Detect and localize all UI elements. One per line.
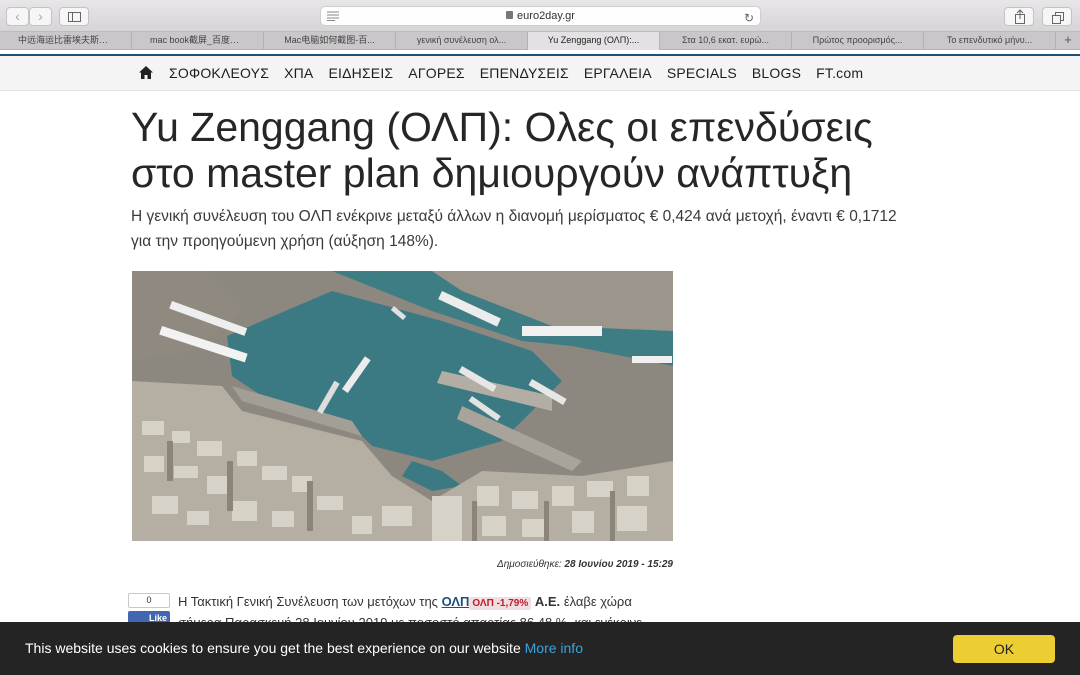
address-bar[interactable]: euro2day.gr ↻: [320, 6, 761, 26]
body-prefix: Η Τακτική Γενική Συνέλευση των μετόχων τ…: [178, 594, 438, 609]
nav-item-xpa[interactable]: ΧΠΑ: [284, 64, 313, 84]
nav-item-tools[interactable]: ΕΡΓΑΛΕΙΑ: [584, 64, 652, 84]
browser-tab[interactable]: 中远海运比雷埃夫斯港...: [0, 32, 132, 50]
site-navigation: ΣΟΦΟΚΛΕΟΥΣ ΧΠΑ ΕΙΔΗΣΕΙΣ ΑΓΟΡΕΣ ΕΠΕΝΔΥΣΕΙ…: [0, 54, 1080, 91]
body-suffix: Α.Ε.: [534, 594, 561, 609]
sidebar-icon: [68, 12, 81, 22]
chevron-right-icon: ›: [38, 8, 43, 24]
facebook-like-widget: 0 Like: [128, 593, 170, 625]
nav-item-investments[interactable]: ΕΠΕΝΔΥΣΕΙΣ: [480, 64, 569, 84]
publish-date: Δημοσιεύθηκε: 28 Ιουνίου 2019 - 15:29: [132, 559, 673, 570]
sidebar-toggle-button[interactable]: [59, 7, 89, 26]
browser-tab[interactable]: γενική συνέλευση ολ...: [396, 32, 528, 50]
article-title: Yu Zenggang (ΟΛΠ): Ολες οι επενδύσεις στ…: [131, 104, 873, 196]
nav-item-ft[interactable]: FT.com: [816, 64, 863, 84]
browser-tab[interactable]: Πρώτος προορισμός...: [792, 32, 924, 50]
nav-item-blogs[interactable]: BLOGS: [752, 64, 801, 84]
browser-tab[interactable]: Στα 10,6 εκατ. ευρώ...: [660, 32, 792, 50]
like-count: 0: [128, 593, 170, 608]
browser-toolbar: ‹ › euro2day.gr ↻: [0, 0, 1080, 32]
home-icon: [139, 66, 153, 79]
show-tabs-button[interactable]: [1042, 7, 1072, 26]
cookie-banner: This website uses cookies to ensure you …: [0, 622, 1080, 675]
browser-tab[interactable]: Mac电脑如何截图-百...: [264, 32, 396, 50]
nav-item-specials[interactable]: SPECIALS: [667, 64, 737, 84]
reload-icon[interactable]: ↻: [744, 9, 754, 27]
nav-item-news[interactable]: ΕΙΔΗΣΕΙΣ: [328, 64, 393, 84]
tabs-icon: [1052, 12, 1064, 24]
back-button[interactable]: ‹: [6, 7, 29, 26]
article-photo-port: [132, 271, 673, 541]
port-aerial-image: [132, 271, 673, 541]
company-link[interactable]: ΟΛΠ: [442, 594, 470, 609]
published-label: Δημοσιεύθηκε:: [497, 559, 562, 570]
article-header: Yu Zenggang (ΟΛΠ): Ολες οι επενδύσεις στ…: [131, 104, 921, 254]
share-icon: [1015, 9, 1025, 24]
cookie-ok-button[interactable]: OK: [953, 635, 1055, 663]
forward-button[interactable]: ›: [29, 7, 52, 26]
cookie-message: This website uses cookies to ensure you …: [25, 640, 583, 656]
plus-icon: +: [1064, 32, 1072, 47]
nav-item-home[interactable]: [138, 64, 154, 84]
stock-ticker-badge[interactable]: ΟΛΠ -1,79%: [469, 597, 532, 610]
browser-tab[interactable]: Το επενδυτικό μήνυ...: [924, 32, 1056, 50]
published-date: 28 Ιουνίου 2019 - 15:29: [564, 559, 673, 570]
chevron-left-icon: ‹: [15, 8, 20, 24]
more-info-link[interactable]: More info: [525, 640, 583, 656]
browser-tab-active[interactable]: Yu Zenggang (ΟΛΠ):...: [528, 32, 660, 50]
cookie-text: This website uses cookies to ensure you …: [25, 640, 521, 656]
url-text: euro2day.gr: [517, 10, 575, 22]
browser-tab[interactable]: mac book截屏_百度搜...: [132, 32, 264, 50]
lock-icon: [506, 11, 514, 19]
new-tab-button[interactable]: +: [1056, 32, 1080, 49]
reader-icon: [327, 11, 339, 21]
article-lead: Η γενική συνέλευση του ΟΛΠ ενέκρινε μετα…: [131, 208, 897, 250]
nav-item-sofokleous[interactable]: ΣΟΦΟΚΛΕΟΥΣ: [169, 64, 269, 84]
tab-bar: 中远海运比雷埃夫斯港... mac book截屏_百度搜... Mac电脑如何截…: [0, 32, 1080, 50]
share-button[interactable]: [1004, 7, 1034, 26]
nav-item-markets[interactable]: ΑΓΟΡΕΣ: [408, 64, 464, 84]
